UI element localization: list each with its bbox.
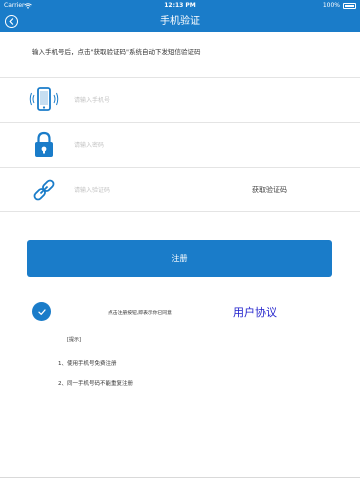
tip-item: 1、使用手机号免费注册 (58, 361, 117, 367)
battery-icon (343, 3, 356, 9)
checkmark-icon (37, 308, 46, 315)
password-input[interactable] (74, 138, 234, 152)
register-button[interactable]: 注册 (27, 240, 332, 277)
code-field-row: 获取验证码 (0, 167, 360, 212)
link-icon (28, 174, 60, 206)
tips-title: [提示] (67, 337, 81, 343)
status-bar: Carrier 12:13 PM 100% (0, 0, 360, 11)
phone-icon (28, 84, 60, 116)
get-code-button[interactable]: 获取验证码 (252, 183, 287, 197)
tip-item: 2、同一手机号码不能重复注册 (58, 381, 134, 387)
phone-input[interactable] (74, 93, 234, 107)
password-field-row (0, 122, 360, 167)
bottom-divider (0, 477, 360, 478)
agreement-text: 点击注册按钮,即表示你已同意 (108, 311, 172, 316)
lock-icon (28, 129, 60, 161)
nav-bar: 手机验证 (0, 11, 360, 32)
page-title: 手机验证 (160, 16, 200, 27)
agree-checkbox[interactable] (32, 302, 51, 321)
battery-percent: 100% (322, 2, 340, 9)
instruction-text: 输入手机号后，点击"获取验证码"系统自动下发短信验证码 (32, 48, 201, 56)
code-input[interactable] (74, 183, 234, 197)
phone-field-row (0, 77, 360, 122)
clock: 12:13 PM (164, 2, 196, 9)
user-agreement-link[interactable]: 用户协议 (233, 304, 277, 320)
